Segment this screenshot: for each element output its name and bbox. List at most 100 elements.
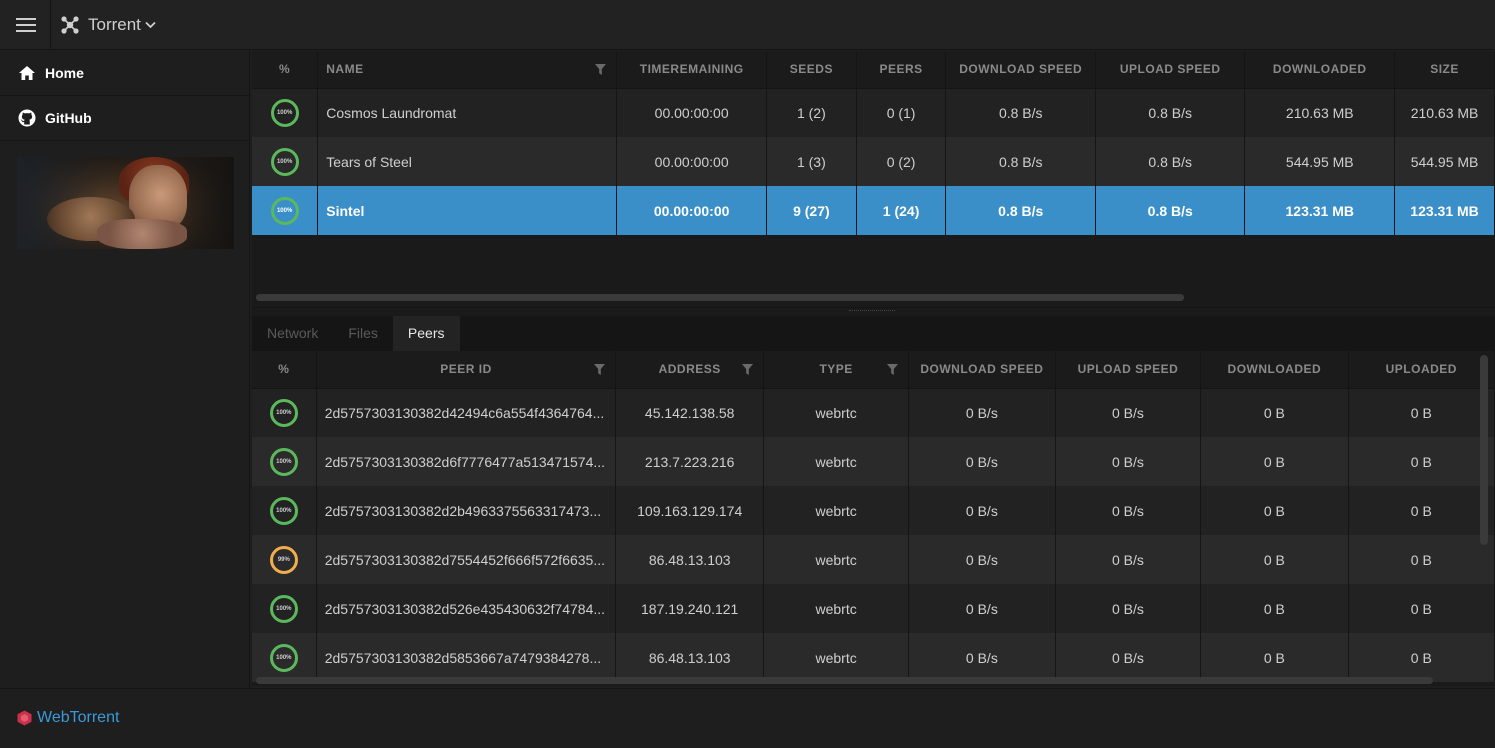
peers-cell: 0 (2) <box>856 137 947 186</box>
column-header-upload-speed[interactable]: UPLOAD SPEED <box>1055 351 1202 389</box>
sidebar: Home GitHub <box>0 51 250 688</box>
table-row[interactable]: 100% 2d5757303130382d5853667a7479384278.… <box>252 633 1495 682</box>
progress-ring: 100% <box>270 147 299 176</box>
panel-splitter[interactable] <box>252 307 1495 316</box>
progress-ring: 100% <box>269 643 298 672</box>
webtorrent-link[interactable]: WebTorrent <box>17 709 119 727</box>
table-row[interactable]: 100% 2d5757303130382d2b4963375563317473.… <box>252 486 1495 535</box>
table-header-row: % PEER ID ADDRESS TYPE DOWNLOAD SPEED UP… <box>252 351 1495 389</box>
table-row[interactable]: 100% 2d5757303130382d526e435430632f74784… <box>252 584 1495 633</box>
top-bar: Torrent <box>0 0 1495 50</box>
uploaded-cell: 0 B <box>1348 388 1495 437</box>
name-cell: Tears of Steel <box>317 137 618 186</box>
sidebar-item-home[interactable]: Home <box>0 51 249 96</box>
peers-table-horizontal-scrollbar[interactable] <box>256 677 1433 684</box>
detail-tabs: Network Files Peers <box>252 316 1495 351</box>
table-row[interactable]: 100% 2d5757303130382d6f7776477a513471574… <box>252 437 1495 486</box>
progress-ring: 100% <box>269 496 298 525</box>
downloaded-cell: 0 B <box>1200 437 1349 486</box>
table-row-selected[interactable]: 100% Sintel 00.00:00:00 9 (27) 1 (24) 0.… <box>252 186 1495 235</box>
column-header-type[interactable]: TYPE <box>763 351 910 389</box>
seeds-cell: 9 (27) <box>766 186 857 235</box>
webtorrent-logo-icon <box>17 710 32 726</box>
address-cell: 109.163.129.174 <box>615 486 765 535</box>
progress-cell: 100% <box>252 388 317 437</box>
table-row[interactable]: 100% Cosmos Laundromat 00.00:00:00 1 (2)… <box>252 88 1495 137</box>
column-header-address[interactable]: ADDRESS <box>615 351 765 389</box>
app-title: Torrent <box>88 15 141 34</box>
app-menu-dropdown[interactable]: Torrent <box>60 14 156 36</box>
column-header-seeds[interactable]: SEEDS <box>766 51 857 89</box>
progress-ring: 99% <box>269 545 298 574</box>
table-row[interactable]: 99% 2d5757303130382d7554452f666f572f6635… <box>252 535 1495 584</box>
download-speed-cell: 0.8 B/s <box>945 186 1097 235</box>
seeds-cell: 1 (3) <box>766 137 857 186</box>
address-cell: 86.48.13.103 <box>615 535 765 584</box>
filter-icon[interactable] <box>742 364 754 375</box>
column-header-progress[interactable]: % <box>252 51 319 89</box>
peer-id-cell: 2d5757303130382d7554452f666f572f6635... <box>316 535 617 584</box>
size-cell: 123.31 MB <box>1394 186 1495 235</box>
type-cell: webrtc <box>763 584 910 633</box>
column-header-uploaded[interactable]: UPLOADED <box>1348 351 1495 389</box>
progress-cell: 100% <box>252 88 319 137</box>
download-speed-cell: 0 B/s <box>908 584 1056 633</box>
progress-ring: 100% <box>269 447 298 476</box>
sidebar-item-github[interactable]: GitHub <box>0 96 249 141</box>
upload-speed-cell: 0 B/s <box>1055 388 1202 437</box>
column-header-downloaded[interactable]: DOWNLOADED <box>1244 51 1396 89</box>
downloaded-cell: 210.63 MB <box>1244 88 1396 137</box>
table-row[interactable]: 100% Tears of Steel 00.00:00:00 1 (3) 0 … <box>252 137 1495 186</box>
progress-cell: 100% <box>252 137 319 186</box>
column-header-name[interactable]: NAME <box>317 51 618 89</box>
column-header-peer-id[interactable]: PEER ID <box>316 351 617 389</box>
torrent-table-scrollbar[interactable] <box>256 294 1184 301</box>
column-header-upload-speed[interactable]: UPLOAD SPEED <box>1095 51 1246 89</box>
column-header-size[interactable]: SIZE <box>1394 51 1495 89</box>
column-header-download-speed[interactable]: DOWNLOAD SPEED <box>945 51 1097 89</box>
column-header-timeremaining[interactable]: TIMEREMAINING <box>616 51 768 89</box>
address-cell: 187.19.240.121 <box>615 584 765 633</box>
torrent-table: % NAME TIMEREMAINING SEEDS PEERS DOWNLOA… <box>252 51 1495 307</box>
column-header-peers[interactable]: PEERS <box>856 51 947 89</box>
progress-cell: 100% <box>252 186 319 235</box>
peers-table-vertical-scrollbar[interactable] <box>1480 355 1488 545</box>
upload-speed-cell: 0.8 B/s <box>1095 88 1246 137</box>
sidebar-item-label: GitHub <box>45 110 92 126</box>
progress-cell: 100% <box>252 486 317 535</box>
tab-peers[interactable]: Peers <box>392 316 460 351</box>
filter-icon[interactable] <box>595 64 607 75</box>
progress-ring: 100% <box>269 398 298 427</box>
time-cell: 00.00:00:00 <box>616 186 768 235</box>
progress-cell: 99% <box>252 535 317 584</box>
filter-icon[interactable] <box>887 364 899 375</box>
peers-table: % PEER ID ADDRESS TYPE DOWNLOAD SPEED UP… <box>252 351 1495 686</box>
footer: WebTorrent <box>0 688 1495 748</box>
divider <box>50 0 51 50</box>
column-header-label: PEER ID <box>440 362 492 377</box>
type-cell: webrtc <box>763 486 910 535</box>
time-cell: 00.00:00:00 <box>616 88 768 137</box>
table-header-row: % NAME TIMEREMAINING SEEDS PEERS DOWNLOA… <box>252 51 1495 89</box>
tab-files[interactable]: Files <box>333 316 393 351</box>
table-row[interactable]: 100% 2d5757303130382d42494c6a554f4364764… <box>252 388 1495 437</box>
progress-ring: 100% <box>270 98 299 127</box>
progress-cell: 100% <box>252 584 317 633</box>
uploaded-cell: 0 B <box>1348 486 1495 535</box>
hamburger-menu-icon[interactable] <box>16 17 36 33</box>
splitter-grip-icon[interactable] <box>849 310 895 313</box>
downloaded-cell: 0 B <box>1200 633 1349 682</box>
filter-icon[interactable] <box>594 364 606 375</box>
upload-speed-cell: 0 B/s <box>1055 535 1202 584</box>
progress-ring: 100% <box>270 196 299 225</box>
column-header-download-speed[interactable]: DOWNLOAD SPEED <box>908 351 1056 389</box>
download-speed-cell: 0 B/s <box>908 535 1056 584</box>
tab-network[interactable]: Network <box>252 316 333 351</box>
peer-id-cell: 2d5757303130382d2b4963375563317473... <box>316 486 617 535</box>
size-cell: 544.95 MB <box>1394 137 1495 186</box>
upload-speed-cell: 0.8 B/s <box>1095 137 1246 186</box>
column-header-progress[interactable]: % <box>252 351 317 389</box>
download-speed-cell: 0.8 B/s <box>945 137 1097 186</box>
upload-speed-cell: 0 B/s <box>1055 633 1202 682</box>
column-header-downloaded[interactable]: DOWNLOADED <box>1200 351 1349 389</box>
